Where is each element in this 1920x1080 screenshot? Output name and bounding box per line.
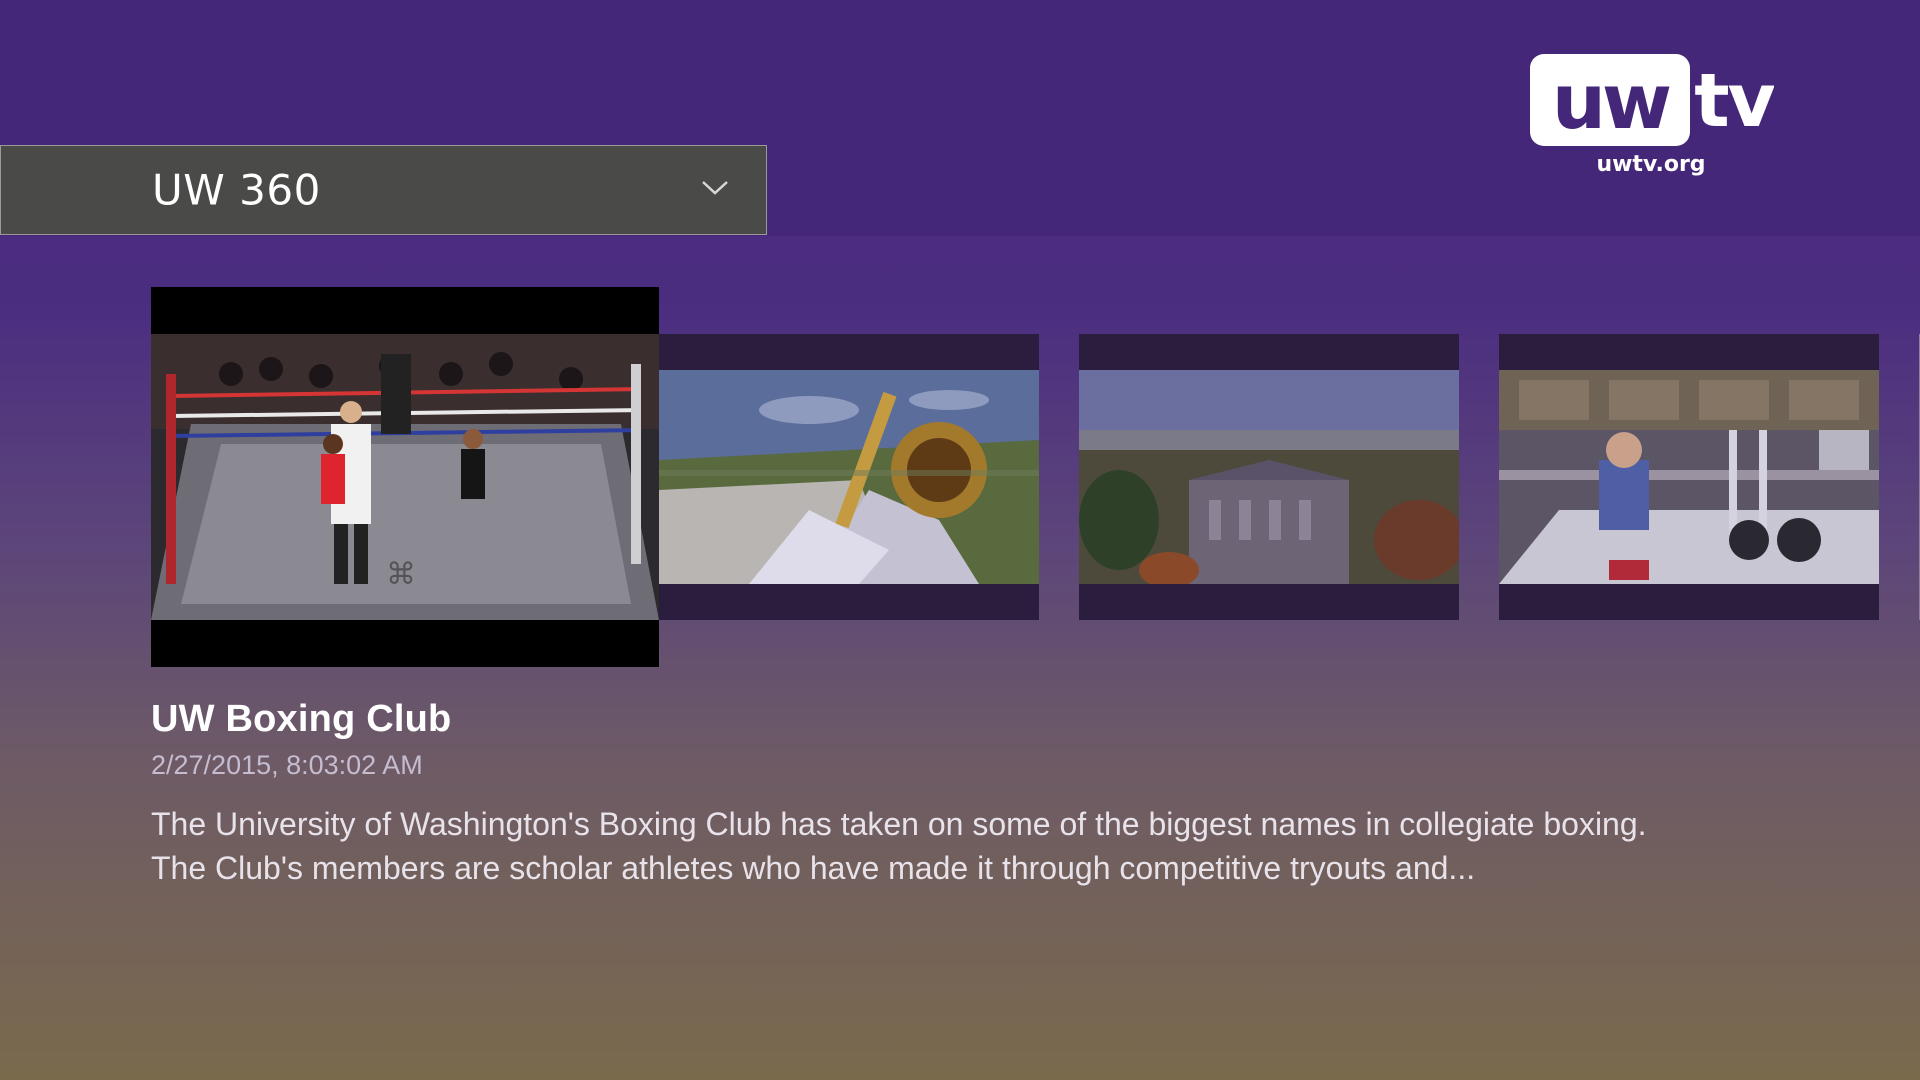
video-tile-marching-band[interactable] — [659, 334, 1039, 620]
video-title: UW Boxing Club — [151, 698, 452, 740]
video-tile-boxing[interactable]: ⌘ — [151, 287, 659, 667]
video-description: The University of Washington's Boxing Cl… — [151, 806, 1647, 886]
ring-floor-logo: ⌘ — [386, 557, 416, 592]
chevron-down-icon — [702, 181, 728, 195]
video-tile-aerial-campus[interactable] — [1079, 334, 1459, 620]
thumbnail-marching-band-image — [659, 370, 1039, 584]
thumbnail-boxing-image: ⌘ — [151, 334, 659, 620]
category-dropdown-label: UW 360 — [152, 165, 321, 215]
video-carousel: ⌘ — [151, 287, 1920, 667]
category-dropdown[interactable]: UW 360 — [0, 145, 767, 235]
video-tile-lab[interactable] — [1499, 334, 1879, 620]
thumbnail-aerial-campus-image — [1079, 370, 1459, 584]
video-date: 2/27/2015, 8:03:02 AM — [151, 750, 423, 780]
logo-uw-text: uw — [1552, 57, 1670, 146]
logo-tv-text: tv — [1694, 58, 1774, 144]
logo-url: uwtv.org — [1596, 152, 1706, 177]
thumbnail-lab-image — [1499, 370, 1879, 584]
